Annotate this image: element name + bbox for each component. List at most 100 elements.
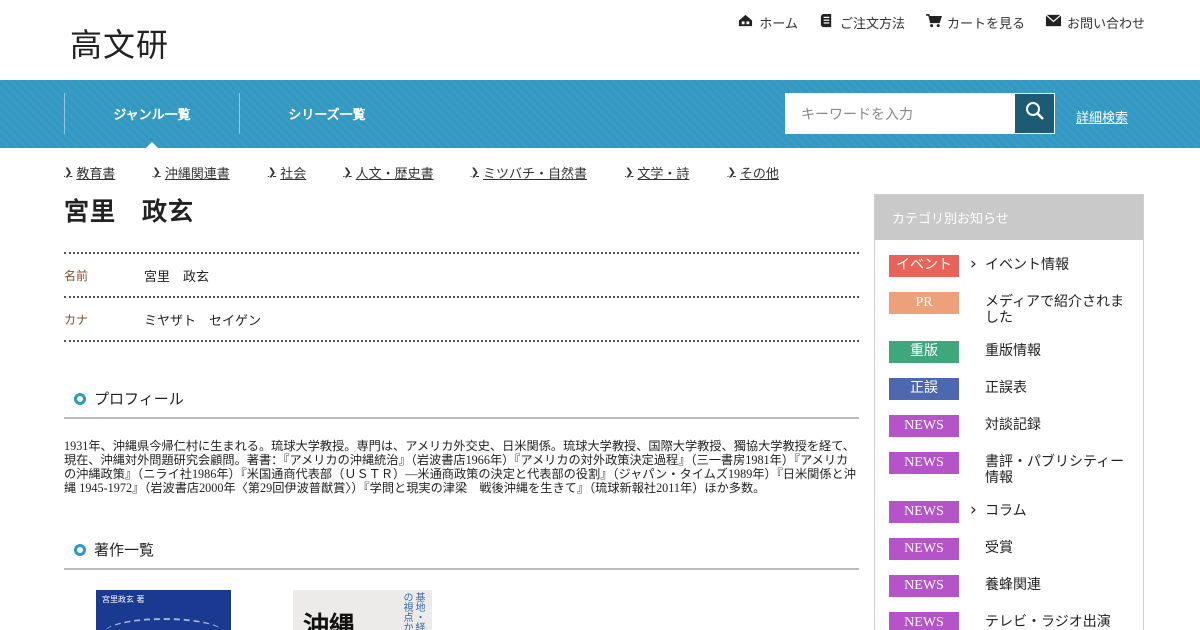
genre-link-label: その他 xyxy=(739,166,779,181)
book-cover[interactable]: 沖縄 基地・経済の視点から xyxy=(293,590,432,630)
genre-link-label: 人文・歴史書 xyxy=(355,166,434,181)
works-heading: 著作一覧 xyxy=(64,539,859,570)
genre-link-label: 教育書 xyxy=(76,166,116,181)
sidebar-item-label: 重版情報 xyxy=(985,344,1041,359)
sidebar-news-item[interactable]: NEWS 養蜂関連 xyxy=(875,575,1143,598)
sidebar-list: イベントイベント情報 PR メディアで紹介されました重版 重版情報正誤 正誤表 NEWS 対… xyxy=(875,240,1143,630)
genre-link-label: 沖縄関連書 xyxy=(164,166,230,181)
cover-subtitle-text: 基地・経済の視点から xyxy=(401,592,424,630)
utility-link-contact[interactable]: お問い合わせ xyxy=(1045,13,1145,32)
tab-genre-list[interactable]: ジャンル一覧 xyxy=(64,93,239,134)
sidebar-item-label: 受賞 xyxy=(985,541,1013,556)
tab-series-list[interactable]: シリーズ一覧 xyxy=(239,93,414,134)
chevron-right-icon: ❯ xyxy=(727,167,736,178)
genre-link-label: 社会 xyxy=(280,166,307,181)
field-label: 名前 xyxy=(64,268,89,283)
main-nav-bar: ジャンル一覧 シリーズ一覧 詳細検索 xyxy=(0,80,1200,148)
advanced-search-link[interactable]: 詳細検索 xyxy=(1076,107,1128,126)
sidebar-news-item[interactable]: 重版 重版情報 xyxy=(875,341,1143,364)
sidebar-news-item[interactable]: NEWS 書評・パブリシティー情報 xyxy=(875,452,1143,487)
circle-bullet-icon xyxy=(74,543,86,556)
field-label: カナ xyxy=(64,312,89,327)
sidebar-item-label: 書評・パブリシティー情報 xyxy=(985,455,1125,486)
genre-link-label: ミツバチ・自然書 xyxy=(483,166,588,181)
author-field-name: 名前 宮里 政玄 xyxy=(64,254,859,296)
page-title: 宮里 政玄 xyxy=(64,199,195,226)
sidebar-item-label: 正誤表 xyxy=(985,381,1027,396)
sidebar-item-label: テレビ・ラジオ出演 xyxy=(985,615,1111,630)
genre-link-label: 文学・詩 xyxy=(637,166,690,181)
chevron-right-icon: ❯ xyxy=(343,167,352,178)
sidebar-item-label: 養蜂関連 xyxy=(985,578,1041,593)
search-button[interactable] xyxy=(1014,93,1055,134)
search-icon xyxy=(1025,101,1045,126)
category-badge: NEWS xyxy=(889,415,959,437)
field-value: ミヤザト セイゲン xyxy=(144,312,262,328)
genre-link-okinawa[interactable]: ❯ 沖縄関連書 xyxy=(152,163,229,182)
profile-text: 1931年、沖縄県今帰仁村に生まれる。琉球大学教授。専門は、アメリカ外交史、日米… xyxy=(64,439,856,495)
search-input[interactable] xyxy=(785,93,1014,134)
genre-link-bees-nature[interactable]: ❯ ミツバチ・自然書 xyxy=(471,163,587,182)
chevron-right-icon: ❯ xyxy=(64,167,73,178)
search-box xyxy=(785,93,1055,134)
sidebar-news-item[interactable]: PR メディアで紹介されました xyxy=(875,292,1143,327)
sidebar-item-label: 対談記録 xyxy=(985,418,1041,433)
genre-link-literature-poetry[interactable]: ❯ 文学・詩 xyxy=(625,163,689,182)
utility-nav: ホーム ご注文方法 カートを見る お問い合わせ xyxy=(737,13,1145,32)
genre-link-other[interactable]: ❯ その他 xyxy=(727,163,778,182)
sidebar-item-label: コラム xyxy=(970,501,1125,520)
field-value: 宮里 政玄 xyxy=(144,268,210,284)
genre-link-education[interactable]: ❯ 教育書 xyxy=(64,163,115,182)
sidebar-heading: カテゴリ別お知らせ xyxy=(875,195,1143,240)
order-doc-icon xyxy=(818,13,835,32)
chevron-right-icon: ❯ xyxy=(267,167,277,178)
genre-link-humanities-history[interactable]: ❯ 人文・歴史書 xyxy=(343,163,433,182)
author-detail: 宮里 政玄 名前 宮里 政玄 カナ ミヤザト セイゲン プロフィール 1931年… xyxy=(64,190,859,630)
sidebar-news-item[interactable]: NEWS 受賞 xyxy=(875,538,1143,561)
sidebar-news-item[interactable]: 正誤 正誤表 xyxy=(875,378,1143,401)
utility-link-cart[interactable]: カートを見る xyxy=(925,13,1025,32)
utility-link-label: ホーム xyxy=(759,16,798,31)
utility-link-label: お問い合わせ xyxy=(1066,16,1145,31)
profile-heading: プロフィール xyxy=(64,388,859,419)
section-title: プロフィール xyxy=(94,392,184,408)
utility-link-order[interactable]: ご注文方法 xyxy=(818,13,905,32)
category-news-sidebar: カテゴリ別お知らせ イベントイベント情報 PR メディアで紹介されました重版 重版情報… xyxy=(874,194,1144,630)
category-badge: NEWS xyxy=(889,452,959,474)
nav-tabs: ジャンル一覧 シリーズ一覧 xyxy=(64,93,414,134)
sidebar-item-label: メディアで紹介されました xyxy=(985,295,1125,326)
cover-title-text: 沖縄 xyxy=(303,612,356,630)
category-badge: NEWS xyxy=(889,575,959,597)
genre-links: ❯ 教育書 ❯ 沖縄関連書 ❯ 社会 ❯ 人文・歴史書 ❯ ミツバチ・自然書 ❯ 文学・詩 … xyxy=(64,163,779,182)
category-badge: イベント xyxy=(889,255,959,277)
utility-link-label: ご注文方法 xyxy=(839,16,905,31)
works-list: 宮里政玄 著 沖縄 基地・経済の視点から xyxy=(64,570,859,630)
chevron-right-icon: ❯ xyxy=(625,167,634,178)
dotted-divider xyxy=(64,340,859,342)
book-cover[interactable]: 宮里政玄 著 xyxy=(96,590,231,630)
sidebar-news-item[interactable]: NEWS テレビ・ラジオ出演 xyxy=(875,612,1143,630)
author-field-kana: カナ ミヤザト セイゲン xyxy=(64,298,859,340)
category-badge: NEWS xyxy=(889,612,959,630)
section-title: 著作一覧 xyxy=(94,543,155,559)
site-logo[interactable]: 高文研 xyxy=(70,20,169,66)
sidebar-news-item[interactable]: NEWS コラム xyxy=(875,501,1143,524)
utility-link-home[interactable]: ホーム xyxy=(737,13,798,32)
cover-decoration xyxy=(104,618,224,630)
cover-author-text: 宮里政玄 著 xyxy=(102,595,145,604)
category-badge: PR xyxy=(889,292,959,314)
home-icon xyxy=(737,13,754,32)
utility-link-label: カートを見る xyxy=(946,16,1025,31)
site-header: 高文研 ホーム ご注文方法 カートを見る お問い合わせ xyxy=(0,0,1200,80)
chevron-right-icon: ❯ xyxy=(470,167,480,178)
chevron-right-icon: ❯ xyxy=(152,167,161,178)
category-badge: NEWS xyxy=(889,501,959,523)
sidebar-news-item[interactable]: イベントイベント情報 xyxy=(875,255,1143,278)
category-badge: 重版 xyxy=(889,341,959,363)
category-badge: NEWS xyxy=(889,538,959,560)
category-badge: 正誤 xyxy=(889,378,959,400)
genre-link-society[interactable]: ❯ 社会 xyxy=(268,163,306,182)
sidebar-item-label: イベント情報 xyxy=(970,255,1125,274)
mail-icon xyxy=(1045,13,1062,32)
sidebar-news-item[interactable]: NEWS 対談記録 xyxy=(875,415,1143,438)
